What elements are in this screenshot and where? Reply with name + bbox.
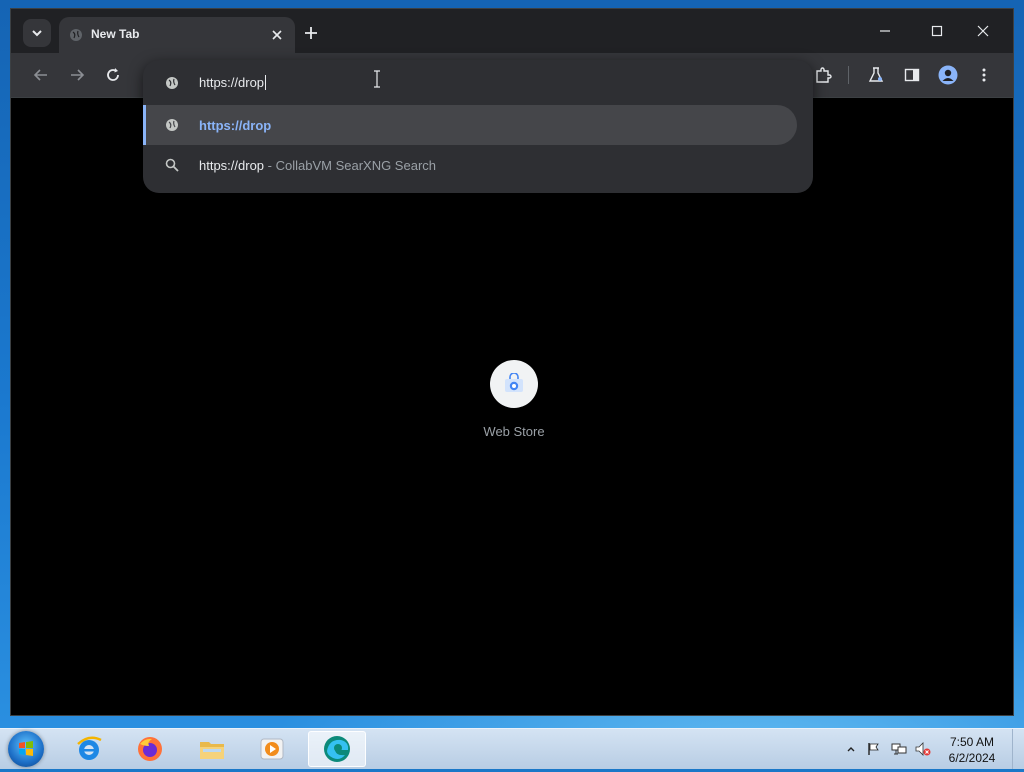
- maximize-button[interactable]: [915, 19, 959, 43]
- clock-time: 7:50 AM: [949, 735, 995, 749]
- labs-button[interactable]: [864, 63, 888, 87]
- suggestion-text: https://drop: [199, 118, 272, 133]
- tab-strip: New Tab: [11, 9, 1013, 53]
- close-icon[interactable]: [269, 27, 285, 43]
- reload-icon: [107, 68, 119, 81]
- edge-icon: [324, 736, 350, 762]
- menu-button[interactable]: [972, 63, 996, 87]
- show-desktop-button[interactable]: [1012, 729, 1024, 769]
- globe-icon: [70, 29, 82, 41]
- taskbar-internet-explorer[interactable]: [62, 731, 116, 767]
- web-store-icon: [505, 373, 523, 392]
- taskbar-file-explorer[interactable]: [185, 731, 239, 767]
- arrow-right-icon: [71, 69, 85, 81]
- arrow-left-icon: [33, 69, 47, 81]
- taskbar-media-player[interactable]: [245, 731, 299, 767]
- maximize-icon: [931, 25, 943, 37]
- extensions-button[interactable]: [811, 63, 835, 87]
- omnibox-input[interactable]: https://drop: [143, 60, 813, 104]
- show-hidden-icons-button[interactable]: [843, 741, 859, 757]
- forward-button[interactable]: [65, 63, 89, 87]
- avatar-icon: [938, 65, 958, 85]
- action-center-tray[interactable]: [866, 741, 882, 757]
- flask-icon: [868, 67, 884, 82]
- start-button[interactable]: [8, 731, 44, 767]
- close-window-button[interactable]: [961, 19, 1005, 43]
- toolbar-divider: [848, 66, 849, 84]
- flag-icon: [868, 743, 879, 755]
- shortcut-web-store[interactable]: Web Store: [459, 360, 569, 439]
- back-button[interactable]: [29, 63, 53, 87]
- volume-tray[interactable]: [915, 741, 931, 757]
- puzzle-icon: [816, 67, 832, 83]
- shortcut-label: Web Store: [483, 424, 545, 439]
- globe-icon: [166, 119, 178, 131]
- minimize-icon: [880, 30, 890, 32]
- taskbar-firefox[interactable]: [123, 731, 177, 767]
- file-explorer-icon: [200, 742, 224, 759]
- clock-date: 6/2/2024: [948, 751, 996, 765]
- windows-logo-icon: [19, 741, 33, 756]
- globe-icon: [166, 77, 178, 89]
- internet-explorer-icon: [77, 736, 102, 760]
- chevron-down-icon: [32, 30, 42, 37]
- network-icon: [891, 743, 907, 755]
- tab-title: New Tab: [91, 27, 140, 41]
- network-tray[interactable]: [891, 741, 907, 757]
- firefox-icon: [138, 737, 162, 761]
- taskbar: 7:50 AM 6/2/2024: [0, 728, 1024, 769]
- system-clock[interactable]: 7:50 AM 6/2/2024: [940, 734, 1004, 766]
- text-cursor-icon: [374, 70, 380, 88]
- media-player-icon: [260, 738, 284, 760]
- taskbar-edge[interactable]: [308, 731, 366, 767]
- more-vertical-icon: [982, 68, 986, 82]
- omnibox-text[interactable]: https://drop: [199, 75, 267, 90]
- side-panel-button[interactable]: [900, 63, 924, 87]
- text-caret: [265, 75, 267, 90]
- new-tab-button[interactable]: [301, 23, 321, 43]
- volume-muted-icon: [915, 742, 931, 756]
- suggestion-url[interactable]: https://drop: [143, 105, 797, 145]
- minimize-button[interactable]: [863, 19, 907, 43]
- search-icon: [165, 158, 179, 172]
- browser-window: New Tab Web Store https://drop https://d…: [10, 8, 1014, 716]
- side-panel-icon: [904, 68, 920, 82]
- suggestion-text: https://drop - CollabVM SearXNG Search: [199, 158, 436, 173]
- suggestion-search[interactable]: https://drop - CollabVM SearXNG Search: [143, 145, 797, 185]
- tab-search-button[interactable]: [23, 19, 51, 47]
- profile-button[interactable]: [936, 63, 960, 87]
- omnibox-dropdown: https://drop https://drop https://drop -…: [143, 60, 813, 193]
- tab-new-tab[interactable]: New Tab: [59, 17, 295, 53]
- reload-button[interactable]: [101, 63, 125, 87]
- chevron-up-icon: [847, 747, 855, 752]
- close-icon: [977, 25, 989, 37]
- shortcut-icon-circle: [490, 360, 538, 408]
